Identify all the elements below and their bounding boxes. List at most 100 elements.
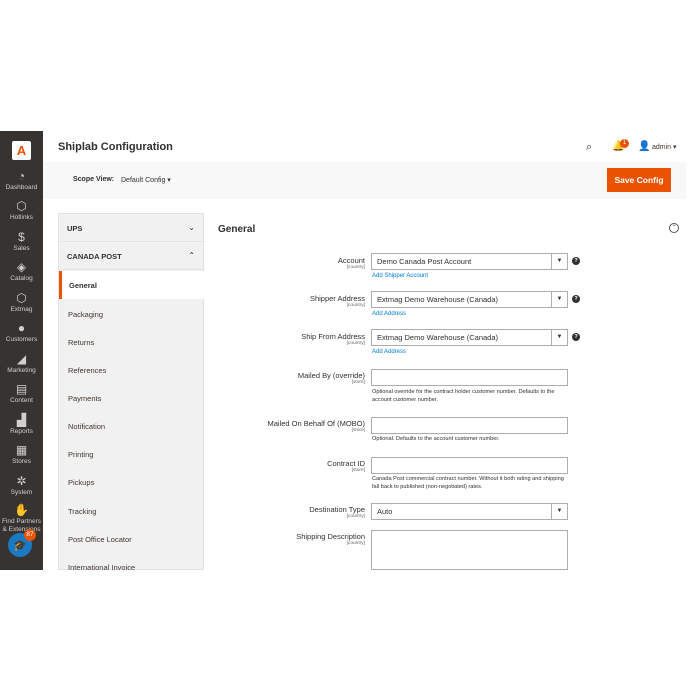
help-icon[interactable]: ?: [572, 257, 580, 265]
tab-group-ups[interactable]: UPS ⌄: [59, 214, 205, 242]
chevron-up-icon: ⌃: [188, 251, 195, 260]
nav-label: Stores: [12, 458, 31, 465]
mailed-by-label: Mailed By (override): [297, 371, 365, 380]
tab-international-invoice[interactable]: International Invoice: [59, 553, 205, 570]
nav-content[interactable]: ▤ Content: [0, 383, 43, 405]
shipper-address-scope: [country]: [346, 303, 365, 308]
nav-reports[interactable]: ▟ Reports: [0, 414, 43, 436]
catalog-icon: ◈: [16, 260, 27, 274]
nav-label: Sales: [13, 245, 30, 252]
nav-label: System: [10, 489, 33, 496]
nav-label: Marketing: [7, 367, 36, 374]
nav-label: Hotlinks: [9, 214, 34, 221]
contract-id-note: Canada Post commercial contract number. …: [372, 476, 564, 490]
nav-catalog[interactable]: ◈ Catalog: [0, 261, 43, 283]
nav-label: Content: [10, 397, 33, 404]
nav-label: Catalog: [10, 275, 33, 282]
contract-id-input[interactable]: [371, 457, 568, 474]
tab-references[interactable]: References: [59, 356, 205, 384]
contract-id-scope: [store]: [351, 468, 365, 473]
tab-general[interactable]: General: [59, 271, 205, 299]
content-icon: ▤: [15, 382, 28, 396]
config-tabs: UPS ⌄ CANADA POST ⌃ General Packaging Re…: [58, 213, 205, 570]
marketing-icon: ◢: [16, 352, 27, 366]
shipping-description-label: Shipping Description: [296, 532, 365, 541]
ship-from-select[interactable]: Extmag Demo Warehouse (Canada) ▼: [371, 329, 568, 346]
scope-toolbar: Scope View: Default Config ▾ Save Config: [43, 162, 686, 199]
tab-group-label: UPS: [67, 224, 83, 233]
bell-count-badge: 1: [620, 139, 629, 148]
help-icon[interactable]: ?: [572, 295, 580, 303]
tab-printing[interactable]: Printing: [59, 440, 205, 468]
tab-post-office-locator[interactable]: Post Office Locator: [59, 525, 205, 553]
chevron-down-icon: ▼: [551, 504, 567, 519]
page-title: Shiplab Configuration: [58, 141, 173, 153]
user-menu[interactable]: admin ▾: [652, 143, 677, 151]
tab-notification[interactable]: Notification: [59, 412, 205, 440]
shipper-address-label: Shipper Address: [309, 294, 365, 303]
admin-sidebar: A ◔ Dashboard ⬡ Hotlinks $ Sales ◈ Catal…: [0, 131, 43, 570]
add-address-link[interactable]: Add Address: [372, 311, 406, 317]
extmag-icon: ⬡: [16, 291, 27, 305]
nav-hotlinks[interactable]: ⬡ Hotlinks: [0, 200, 43, 222]
nav-extmag[interactable]: ⬡ Extmag: [0, 292, 43, 314]
tab-returns[interactable]: Returns: [59, 328, 205, 356]
chevron-down-icon: ▼: [551, 292, 567, 307]
mobo-label: Mailed On Behalf Of (MOBO): [267, 419, 365, 428]
section-title: General: [218, 224, 256, 235]
mobo-scope: [store]: [351, 428, 365, 433]
dashboard-icon: ◔: [17, 169, 26, 183]
chevron-down-icon: ▼: [551, 330, 567, 345]
tab-group-canada-post[interactable]: CANADA POST ⌃: [59, 242, 205, 270]
shipping-description-textarea[interactable]: [371, 530, 568, 570]
collapse-icon[interactable]: ⌃: [669, 223, 679, 233]
nav-customers[interactable]: ● Customers: [0, 322, 43, 344]
nav-label: Find Partners & Extensions: [1, 518, 42, 533]
scope-select[interactable]: Default Config ▾: [121, 176, 171, 184]
search-icon[interactable]: ⌕: [586, 141, 592, 154]
nav-stores[interactable]: ▦ Stores: [0, 444, 43, 466]
nav-system[interactable]: ✲ System: [0, 475, 43, 497]
account-select[interactable]: Demo Canada Post Account ▼: [371, 253, 568, 270]
tab-payments[interactable]: Payments: [59, 384, 205, 412]
user-icon[interactable]: 👤: [638, 141, 650, 152]
shipping-description-scope: [country]: [346, 541, 365, 546]
tab-group-label: CANADA POST: [67, 252, 122, 261]
nav-marketing[interactable]: ◢ Marketing: [0, 353, 43, 375]
tab-tracking[interactable]: Tracking: [59, 497, 205, 525]
mobo-input[interactable]: [371, 417, 568, 434]
shipper-address-select[interactable]: Extmag Demo Warehouse (Canada) ▼: [371, 291, 568, 308]
nav-label: Reports: [10, 428, 33, 435]
logo-glyph: A: [16, 143, 27, 158]
tab-pickups[interactable]: Pickups: [59, 468, 205, 496]
sales-icon: $: [18, 230, 25, 244]
magento-logo[interactable]: A: [12, 141, 31, 160]
contract-id-label: Contract ID: [327, 459, 365, 468]
account-value: Demo Canada Post Account: [377, 257, 472, 266]
chevron-down-icon: ▼: [551, 254, 567, 269]
ship-from-scope: [country]: [346, 341, 365, 346]
save-config-button[interactable]: Save Config: [607, 168, 671, 192]
add-address-link[interactable]: Add Address: [372, 349, 406, 355]
system-icon: ✲: [16, 474, 27, 488]
destination-type-scope: [country]: [346, 514, 365, 519]
destination-type-value: Auto: [377, 507, 393, 516]
mailed-by-scope: [store]: [351, 380, 365, 385]
nav-dashboard[interactable]: ◔ Dashboard: [0, 170, 43, 192]
reports-icon: ▟: [16, 413, 27, 427]
add-shipper-account-link[interactable]: Add Shipper Account: [372, 273, 428, 279]
help-icon[interactable]: ?: [572, 333, 580, 341]
nav-find-partners[interactable]: ✋ Find Partners & Extensions: [0, 504, 43, 533]
account-scope: [country]: [346, 265, 365, 270]
destination-type-select[interactable]: Auto ▼: [371, 503, 568, 520]
nav-sales[interactable]: $ Sales: [0, 231, 43, 253]
ship-from-value: Extmag Demo Warehouse (Canada): [377, 333, 499, 342]
tab-packaging[interactable]: Packaging: [59, 300, 205, 328]
ship-from-label: Ship From Address: [301, 332, 365, 341]
mailed-by-input[interactable]: [371, 369, 568, 386]
shipper-address-value: Extmag Demo Warehouse (Canada): [377, 295, 499, 304]
hotlinks-icon: ⬡: [16, 199, 27, 213]
scope-label: Scope View:: [73, 176, 115, 183]
mobo-note: Optional. Defaults to the account custom…: [372, 436, 500, 442]
notification-count-badge: 87: [24, 529, 36, 541]
